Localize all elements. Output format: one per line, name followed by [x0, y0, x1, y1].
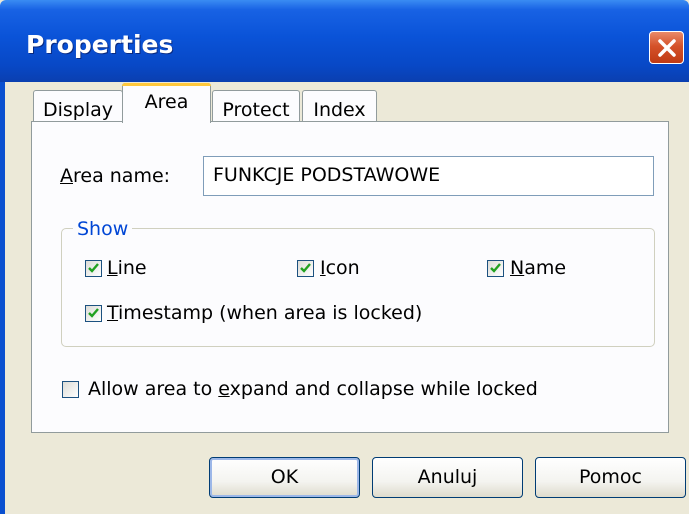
name-checkbox[interactable] — [487, 260, 504, 277]
close-button[interactable] — [649, 31, 684, 64]
check-icon — [490, 263, 501, 273]
tab-protect-label: Protect — [222, 99, 290, 121]
tab-area[interactable]: Area — [122, 83, 211, 123]
name-checkbox-label[interactable]: Name — [510, 257, 566, 279]
area-name-input[interactable]: FUNKCJE PODSTAWOWE — [203, 156, 654, 196]
tab-display[interactable]: Display — [33, 90, 123, 122]
window-frame-left — [0, 82, 5, 514]
close-icon — [658, 39, 676, 57]
icon-checkbox-label[interactable]: Icon — [320, 257, 360, 279]
check-icon — [88, 308, 99, 318]
ok-button[interactable]: OK — [209, 457, 360, 498]
check-icon — [300, 263, 311, 273]
area-name-label: Area name: — [60, 165, 171, 187]
allow-expand-checkbox-label[interactable]: Allow area to expand and collapse while … — [88, 378, 538, 400]
title-bar[interactable]: Properties — [0, 0, 689, 82]
tab-display-label: Display — [42, 99, 114, 121]
line-checkbox[interactable] — [85, 260, 102, 277]
show-groupbox — [61, 228, 655, 347]
help-button[interactable]: Pomoc — [535, 457, 686, 498]
line-checkbox-label[interactable]: Line — [107, 257, 147, 279]
window-title: Properties — [26, 30, 174, 59]
allow-expand-checkbox[interactable] — [62, 381, 79, 398]
tab-protect[interactable]: Protect — [212, 90, 300, 122]
icon-checkbox[interactable] — [297, 260, 314, 277]
tab-index[interactable]: Index — [302, 90, 377, 122]
cancel-button[interactable]: Anuluj — [372, 457, 523, 498]
tab-area-label: Area — [144, 91, 189, 113]
check-icon — [88, 263, 99, 273]
show-group-legend: Show — [73, 218, 133, 240]
timestamp-checkbox[interactable] — [85, 305, 102, 322]
timestamp-checkbox-label[interactable]: Timestamp (when area is locked) — [107, 302, 422, 324]
tab-index-label: Index — [313, 99, 366, 121]
